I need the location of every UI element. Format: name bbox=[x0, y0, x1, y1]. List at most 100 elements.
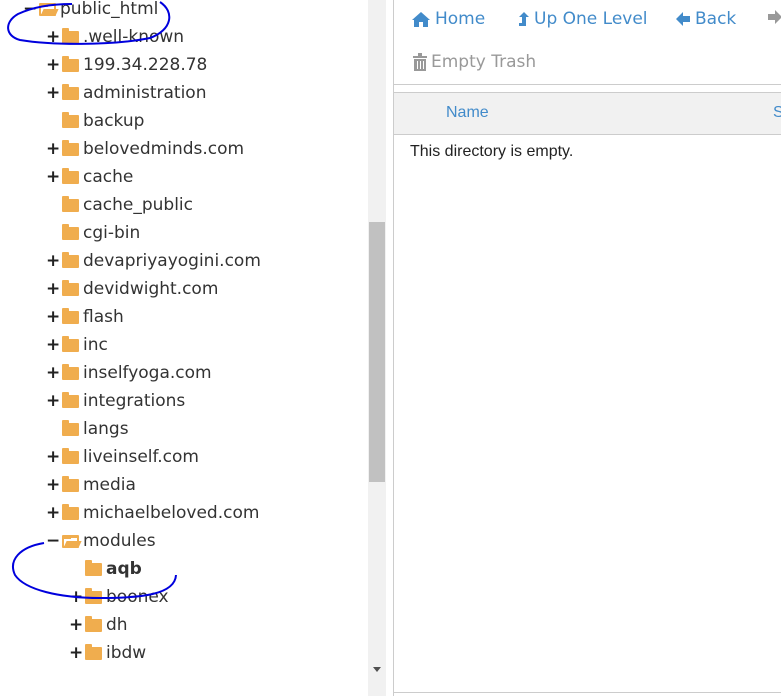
expand-icon[interactable]: + bbox=[46, 27, 60, 47]
empty-trash-label: Empty Trash bbox=[431, 52, 537, 72]
expand-icon[interactable]: + bbox=[69, 615, 83, 635]
expand-icon[interactable]: + bbox=[46, 279, 60, 299]
expand-icon[interactable]: + bbox=[69, 587, 83, 607]
tree-item[interactable]: + .well-known bbox=[0, 24, 368, 52]
folder-icon bbox=[62, 280, 79, 296]
expand-icon[interactable]: + bbox=[46, 167, 60, 187]
tree-item[interactable]: aqb bbox=[0, 556, 368, 584]
tree-item[interactable]: + boonex bbox=[0, 584, 368, 612]
folder-icon bbox=[62, 420, 79, 436]
tree-item-label: belovedminds.com bbox=[83, 139, 245, 159]
empty-directory-message: This directory is empty. bbox=[410, 143, 574, 160]
tree-item-label: media bbox=[83, 475, 136, 495]
folder-icon bbox=[62, 308, 79, 324]
expand-icon[interactable]: + bbox=[46, 363, 60, 383]
forward-button[interactable] bbox=[767, 9, 781, 25]
tree-item-label: boonex bbox=[106, 587, 169, 607]
folder-icon bbox=[62, 476, 79, 492]
collapse-icon[interactable]: − bbox=[46, 531, 60, 551]
toolbar: Home Up One Level Back Empty Trash bbox=[394, 0, 781, 85]
tree-item[interactable]: + cache bbox=[0, 164, 368, 192]
folder-icon bbox=[85, 588, 102, 604]
expand-icon[interactable]: + bbox=[46, 83, 60, 103]
expand-icon[interactable]: + bbox=[46, 391, 60, 411]
expand-icon[interactable]: + bbox=[46, 55, 60, 75]
collapse-icon[interactable]: − bbox=[23, 0, 37, 19]
folder-icon bbox=[62, 392, 79, 408]
tree-item-label: liveinself.com bbox=[83, 447, 199, 467]
tree-item-label: cache bbox=[83, 167, 134, 187]
tree-item[interactable]: + belovedminds.com bbox=[0, 136, 368, 164]
tree-item[interactable]: + liveinself.com bbox=[0, 444, 368, 472]
trash-icon bbox=[413, 53, 427, 71]
folder-icon bbox=[85, 644, 102, 660]
folder-icon bbox=[62, 336, 79, 352]
expand-icon[interactable]: + bbox=[46, 335, 60, 355]
tree-item[interactable]: + integrations bbox=[0, 388, 368, 416]
tree-item[interactable]: + devidwight.com bbox=[0, 276, 368, 304]
tree-item[interactable]: +199.34.228.78 bbox=[0, 52, 368, 80]
folder-icon bbox=[62, 28, 79, 44]
tree-item[interactable]: + michaelbeloved.com bbox=[0, 500, 368, 528]
tree-item[interactable]: + inc bbox=[0, 332, 368, 360]
folder-icon bbox=[62, 140, 79, 156]
tree-item[interactable]: backup bbox=[0, 108, 368, 136]
column-header-size[interactable]: S bbox=[773, 104, 781, 122]
tree-item[interactable]: + flash bbox=[0, 304, 368, 332]
folder-open-icon bbox=[39, 3, 56, 16]
tree-item[interactable]: + dh bbox=[0, 612, 368, 640]
folder-icon bbox=[62, 448, 79, 464]
back-label: Back bbox=[695, 9, 737, 29]
folder-icon bbox=[62, 224, 79, 240]
tree-item[interactable]: + media bbox=[0, 472, 368, 500]
tree-item-label: public_html bbox=[60, 0, 159, 19]
tree-item[interactable]: + devapriyayogini.com bbox=[0, 248, 368, 276]
folder-icon bbox=[62, 252, 79, 268]
directory-tree: public_ftp−public_html+.well-known+199.3… bbox=[0, 0, 368, 696]
expand-icon[interactable]: + bbox=[69, 643, 83, 663]
tree-item[interactable]: − modules bbox=[0, 528, 368, 556]
tree-item[interactable]: langs bbox=[0, 416, 368, 444]
home-button[interactable]: Home bbox=[411, 9, 485, 29]
tree-item-label: .well-known bbox=[83, 27, 185, 47]
home-label: Home bbox=[435, 9, 486, 29]
tree-item-label: integrations bbox=[83, 391, 186, 411]
expand-icon[interactable]: + bbox=[46, 503, 60, 523]
divider bbox=[394, 692, 781, 693]
expand-icon[interactable]: + bbox=[46, 475, 60, 495]
folder-icon bbox=[62, 168, 79, 184]
up-one-level-button[interactable]: Up One Level bbox=[518, 9, 648, 29]
tree-item-label: administration bbox=[83, 83, 207, 103]
empty-trash-button[interactable]: Empty Trash bbox=[413, 52, 536, 72]
arrow-left-icon bbox=[676, 12, 690, 26]
expand-icon[interactable]: + bbox=[46, 307, 60, 327]
tree-item-label: inselfyoga.com bbox=[83, 363, 212, 383]
tree-item[interactable]: cache_public bbox=[0, 192, 368, 220]
tree-item[interactable]: cgi-bin bbox=[0, 220, 368, 248]
folder-icon bbox=[62, 504, 79, 520]
expand-icon[interactable]: + bbox=[46, 251, 60, 271]
scroll-down-arrow[interactable] bbox=[373, 667, 381, 672]
column-header-name[interactable]: Name bbox=[446, 104, 489, 122]
tree-item-label: dh bbox=[106, 615, 128, 635]
level-up-icon bbox=[519, 11, 529, 26]
tree-scrollbar[interactable] bbox=[368, 0, 386, 696]
tree-item[interactable]: + inselfyoga.com bbox=[0, 360, 368, 388]
tree-item[interactable]: − public_html bbox=[0, 0, 368, 24]
folder-icon bbox=[62, 364, 79, 380]
back-button[interactable]: Back bbox=[675, 9, 736, 29]
folder-open-icon bbox=[62, 535, 79, 548]
tree-item-label: backup bbox=[83, 111, 145, 131]
tree-item[interactable]: + administration bbox=[0, 80, 368, 108]
file-table-header: Name S bbox=[394, 92, 781, 135]
tree-item-label: cache_public bbox=[83, 195, 193, 215]
folder-icon bbox=[85, 616, 102, 632]
tree-item-label: langs bbox=[83, 419, 129, 439]
expand-icon[interactable]: + bbox=[46, 447, 60, 467]
folder-icon bbox=[85, 560, 102, 576]
tree-item-label: cgi-bin bbox=[83, 223, 141, 243]
scrollbar-thumb[interactable] bbox=[369, 222, 385, 482]
tree-item[interactable]: + ibdw bbox=[0, 640, 368, 668]
folder-icon bbox=[62, 56, 79, 72]
expand-icon[interactable]: + bbox=[46, 139, 60, 159]
